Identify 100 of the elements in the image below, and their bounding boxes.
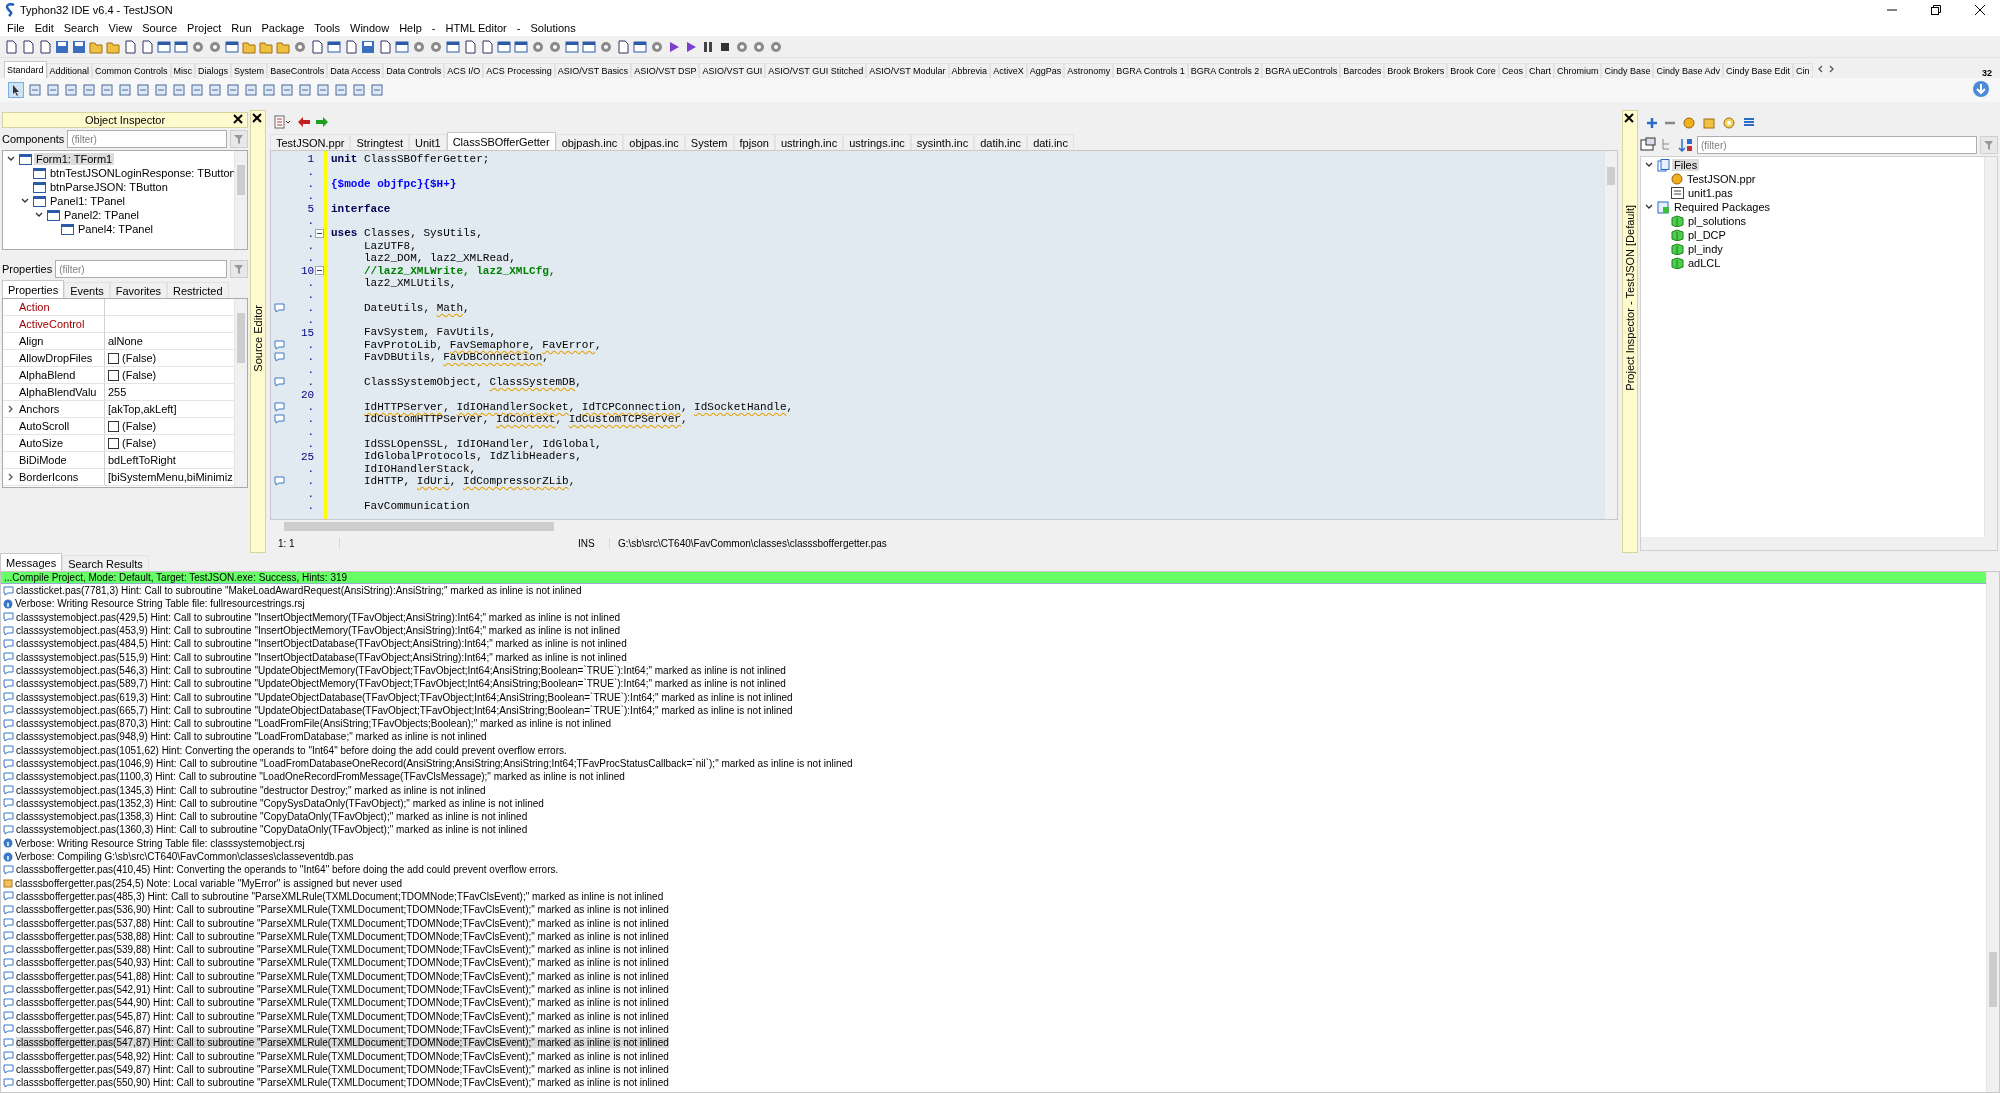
gear-icon[interactable] <box>191 39 205 54</box>
component-icon[interactable] <box>82 83 96 97</box>
message-line[interactable]: classticket.pas(7781,3) Hint: Call to subroutine "MakeLoadAwardRequest(AnsiString):AnsiString;" marked as inline is not inlined <box>16 585 582 597</box>
message-line[interactable]: classsystemobject.pas(515,9) Hint: Call to subroutine "InsertObjectDatabase(TFavObject;AnsiString):Int64;" marked as inline is not inlined <box>16 651 627 663</box>
vertical-scrollbar[interactable] <box>234 299 247 487</box>
palette-tab[interactable]: Chromium <box>1553 63 1602 78</box>
tree-item[interactable]: adLCL <box>1686 257 1723 269</box>
message-line[interactable]: classsystemobject.pas(1360,3) Hint: Call to subroutine "CopyDataOnly(TFavObject);" marked as inline is not inlined <box>16 824 528 836</box>
jump-list-icon[interactable] <box>274 115 292 129</box>
editor-tab[interactable]: sysinth.inc <box>910 134 975 150</box>
inspector-tab[interactable]: Restricted <box>167 282 229 298</box>
clear-filter-button[interactable] <box>230 260 248 278</box>
palette-tab[interactable]: System <box>231 63 268 78</box>
message-line[interactable]: classsboffergetter.pas(538,88) Hint: Call to subroutine "ParseXMLRule(TXMLDocument;TDOMNode;TFavClsEvent);" marked as inline is not inlined <box>16 930 669 942</box>
tree-item[interactable]: Form1: TForm1 <box>34 153 115 165</box>
clear-filter-button[interactable] <box>1980 136 1998 154</box>
message-line[interactable]: classsboffergetter.pas(410,45) Hint: Converting the operands to "Int64" before doing the add could prevent overflow errors. <box>16 864 559 876</box>
save-icon[interactable] <box>361 39 375 54</box>
close-panel-button[interactable] <box>233 114 245 126</box>
palette-tab[interactable]: Chart <box>1525 63 1554 78</box>
folder-icon[interactable] <box>242 39 256 54</box>
message-line[interactable]: Verbose: Writing Resource String Table file: fullresourcestrings.rsj <box>15 598 305 610</box>
filter-field[interactable]: (filter) <box>1697 136 1977 154</box>
play-icon[interactable] <box>684 39 698 54</box>
menu-item[interactable]: - <box>511 21 526 35</box>
document-icon[interactable] <box>463 39 477 54</box>
palette-tab[interactable]: ASIO/VST Modular <box>866 63 949 78</box>
tree-item[interactable]: pl_DCP <box>1686 229 1728 241</box>
message-line[interactable]: classsboffergetter.pas(545,87) Hint: Call to subroutine "ParseXMLRule(TXMLDocument;TDOMNode;TFavClsEvent);" marked as inline is not inlined <box>16 1010 669 1022</box>
menu-item[interactable]: Search <box>58 21 104 35</box>
component-icon[interactable] <box>244 83 258 97</box>
component-icon[interactable] <box>316 83 330 97</box>
message-line[interactable]: classsystemobject.pas(1358,3) Hint: Call to subroutine "CopyDataOnly(TFavObject);" marked as inline is not inlined <box>16 811 528 823</box>
palette-tab[interactable]: Data Controls <box>383 63 445 78</box>
document-icon[interactable] <box>140 39 154 54</box>
window-icon[interactable] <box>174 39 188 54</box>
folder-icon[interactable] <box>89 39 103 54</box>
component-icon[interactable] <box>100 83 114 97</box>
palette-tab[interactable]: Cin <box>1793 63 1813 78</box>
component-icon[interactable] <box>136 83 150 97</box>
component-icon[interactable] <box>262 83 276 97</box>
messages-tab[interactable]: Search Results <box>62 555 149 571</box>
menu-item[interactable]: Tools <box>309 21 345 35</box>
sort-icon[interactable] <box>1678 137 1694 153</box>
component-icon[interactable] <box>154 83 168 97</box>
tree-item[interactable]: Required Packages <box>1672 201 1772 213</box>
editor-tab[interactable]: Unit1 <box>408 134 447 150</box>
component-icon[interactable] <box>208 83 222 97</box>
component-icon[interactable] <box>64 83 78 97</box>
inspector-tab[interactable]: Events <box>64 282 110 298</box>
palette-tab[interactable]: ACS I/O <box>444 63 484 78</box>
editor-tab[interactable]: ClassSBOfferGetter <box>446 132 556 150</box>
message-line[interactable]: classsystemobject.pas(453,9) Hint: Call to subroutine "InsertObjectMemory(TFavObject;AnsiString):Int64;" marked as inline is not inlined <box>16 625 621 637</box>
document-icon[interactable] <box>378 39 392 54</box>
tree-item[interactable]: Panel2: TPanel <box>62 209 142 221</box>
fold-toggle[interactable] <box>314 266 324 276</box>
menu-item[interactable]: - <box>426 21 441 35</box>
checkbox[interactable] <box>108 420 119 432</box>
filter-field[interactable]: (filter) <box>55 260 227 278</box>
gear-icon[interactable] <box>412 39 426 54</box>
close-inspector-button[interactable] <box>1624 113 1636 125</box>
component-icon[interactable] <box>370 83 384 97</box>
palette-tab[interactable]: BaseControls <box>267 63 328 78</box>
palette-tab[interactable]: BGRA Controls 1 <box>1113 63 1188 78</box>
message-line[interactable]: classsystemobject.pas(665,7) Hint: Call to subroutine "UpdateObjectDatabase(TFavObject;TFavObject;Int64;AnsiString;Boolean=`TRUE`):Int64;" marked as inline is not inlined <box>16 704 793 716</box>
tree-item[interactable]: Files <box>1672 159 1700 171</box>
window-icon[interactable] <box>565 39 579 54</box>
palette-tab[interactable]: BGRA uEControls <box>1262 63 1341 78</box>
save-icon[interactable] <box>55 39 69 54</box>
message-line[interactable]: classsystemobject.pas(1345,3) Hint: Call to subroutine "destructor Destroy;" marked as inline is not inlined <box>16 784 486 796</box>
document-icon[interactable] <box>344 39 358 54</box>
component-icon[interactable] <box>118 83 132 97</box>
palette-tab[interactable]: ActiveX <box>990 63 1027 78</box>
window-icon[interactable] <box>633 39 647 54</box>
gear-icon[interactable] <box>548 39 562 54</box>
component-icon[interactable] <box>190 83 204 97</box>
menu-item[interactable]: Source <box>137 21 183 35</box>
palette-tab[interactable]: Additional <box>46 63 93 78</box>
vertical-scrollbar[interactable] <box>1986 572 1999 1092</box>
tree-item[interactable]: TestJSON.ppr <box>1685 173 1758 185</box>
message-line[interactable]: classsboffergetter.pas(539,88) Hint: Call to subroutine "ParseXMLRule(TXMLDocument;TDOMNode;TFavClsEvent);" marked as inline is not inlined <box>16 944 669 956</box>
message-line[interactable]: classsystemobject.pas(1046,9) Hint: Call to subroutine "LoadFromDatabaseOneRecord(AnsiString;AnsiString;AnsiString;Int64;TFavProcStatusCallback=`nil`);" marked as inline is not inlined <box>16 758 853 769</box>
menu-item[interactable]: Solutions <box>525 21 581 35</box>
gear-icon[interactable] <box>531 39 545 54</box>
gear-icon[interactable] <box>293 39 307 54</box>
gear-icon[interactable] <box>752 39 766 54</box>
checkbox[interactable] <box>108 369 119 381</box>
editor-tab[interactable]: System <box>684 134 734 150</box>
palette-tab[interactable]: Brook Core <box>1447 63 1499 78</box>
message-line[interactable]: classsboffergetter.pas(254,5) Note: Local variable "MyError" is assigned but never used <box>15 877 403 889</box>
message-line[interactable]: classsystemobject.pas(619,3) Hint: Call to subroutine "UpdateObjectDatabase(TFavObject;TFavObject;Int64;AnsiString;Boolean=`TRUE`):Int64;" marked as inline is not inlined <box>16 691 793 703</box>
window-icon[interactable] <box>497 39 511 54</box>
menu-item[interactable]: HTML Editor <box>440 21 512 35</box>
forward-arrow-icon[interactable] <box>316 117 328 127</box>
message-line[interactable]: Verbose: Compiling G:\sb\src\CT640\FavCommon\classes\classeventdb.pas <box>15 851 354 863</box>
palette-tab[interactable]: Barcodes <box>1340 63 1385 78</box>
menu-item[interactable]: File <box>2 21 30 35</box>
editor-tab[interactable]: dati.inc <box>1027 134 1074 150</box>
inspector-tab[interactable]: Properties <box>2 280 65 298</box>
install-icon[interactable] <box>1702 116 1716 130</box>
